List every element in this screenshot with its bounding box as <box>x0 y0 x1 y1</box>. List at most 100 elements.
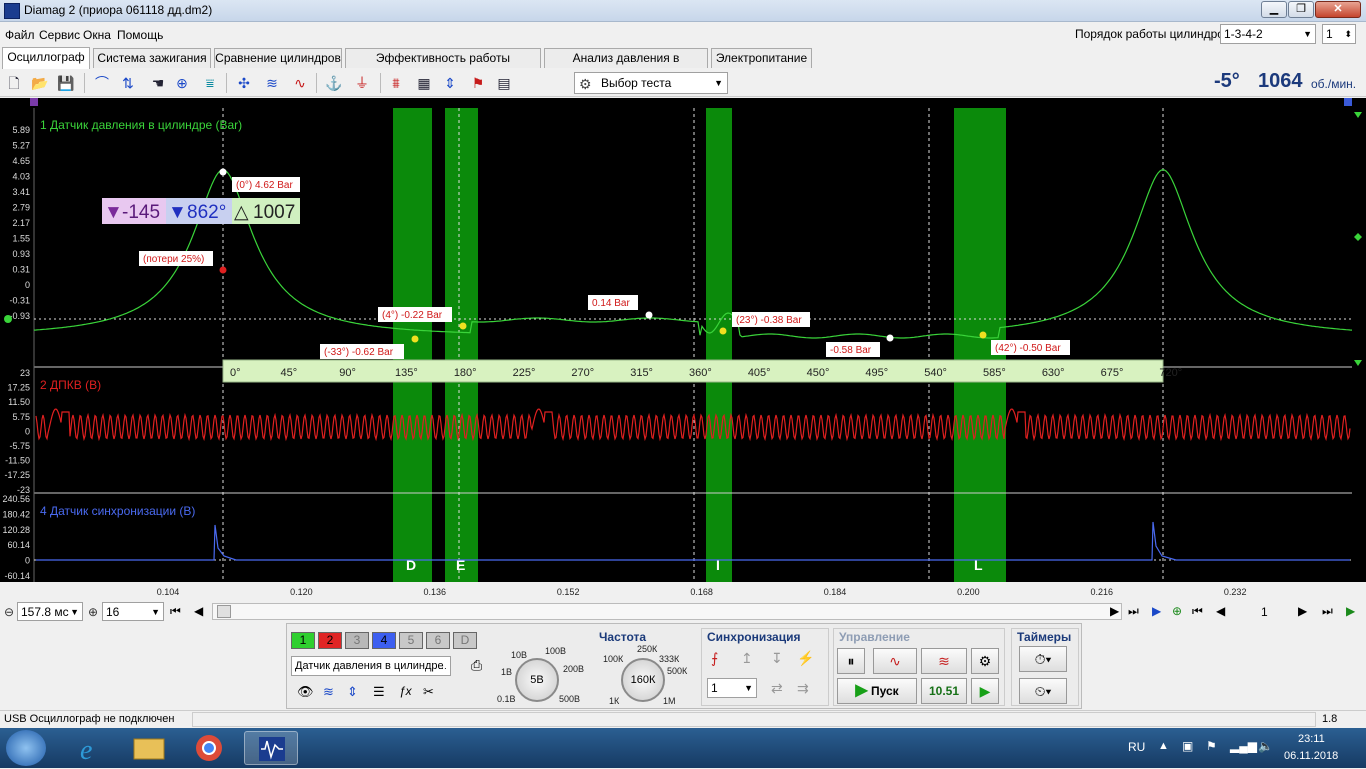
close-button[interactable]: ✕ <box>1315 1 1361 18</box>
channel-button-5[interactable]: 5 <box>399 632 423 649</box>
zoom-icon[interactable]: ⊕ <box>172 73 192 93</box>
cursor-1-handle[interactable] <box>30 98 38 106</box>
test-select[interactable]: ⚙ Выбор теста ▼ <box>574 72 728 94</box>
play-icon[interactable]: ▶ <box>1152 604 1161 618</box>
scroll-thumb[interactable] <box>217 605 231 618</box>
channel-button-4[interactable]: 4 <box>372 632 396 649</box>
last-page-icon[interactable]: ⏭ <box>1128 604 1139 619</box>
trigger-icon[interactable]: ⚡ <box>797 650 814 667</box>
start-button[interactable] <box>6 730 46 766</box>
scroll-track[interactable] <box>212 603 1122 620</box>
oscilloscope-display[interactable]: 1 Датчик давления в цилиндре (Bar) 5.89 5… <box>0 98 1366 600</box>
prev-record-icon[interactable]: ◀ <box>1216 604 1225 618</box>
flag-icon[interactable]: ⚑ <box>468 73 488 93</box>
signal-icon[interactable]: ✣ <box>234 73 254 93</box>
loop-icon[interactable]: ⌒ <box>92 73 112 93</box>
explorer-icon[interactable] <box>122 731 176 765</box>
auto-icon[interactable]: ⚓ <box>324 73 344 93</box>
last-record-icon[interactable]: ⏭ <box>1322 604 1333 619</box>
waves-icon[interactable]: ∿ <box>290 73 310 93</box>
channel1-offset-handle[interactable] <box>4 315 12 323</box>
zoom-out-icon[interactable]: ⊖ <box>4 605 14 619</box>
lines-icon[interactable]: ☰ <box>373 684 385 700</box>
count-select[interactable]: 16 ▼ <box>102 602 164 621</box>
timer-button[interactable]: ⏱▾ <box>1019 646 1067 672</box>
zoom-in-icon[interactable]: ⊕ <box>88 605 98 619</box>
collapse-icon[interactable]: ⇉ <box>797 680 809 697</box>
language-indicator[interactable]: RU <box>1128 740 1145 754</box>
channel-button-1[interactable]: 1 <box>291 632 315 649</box>
scale-icon[interactable]: ⇕ <box>347 684 358 700</box>
maximize-button[interactable]: ❐ <box>1288 1 1314 18</box>
firing-order-select[interactable]: 1-3-4-2 ▼ <box>1220 24 1316 44</box>
cursor-2-handle[interactable] <box>1344 98 1352 106</box>
cursor-icon[interactable]: ⇅ <box>118 73 138 93</box>
prev-page-icon[interactable]: ◀ <box>194 604 203 618</box>
channel-button-6[interactable]: 6 <box>426 632 450 649</box>
doc-icon[interactable]: ▤ <box>494 73 514 93</box>
menu-service[interactable]: Сервис <box>39 28 80 42</box>
tab-cylinder-efficiency[interactable]: Эффективность работы цилиндров <box>345 48 541 83</box>
grid-icon[interactable]: ⩩ <box>386 73 406 93</box>
tab-ignition[interactable]: Система зажигания <box>93 48 211 68</box>
next-page-icon[interactable]: ▶ <box>1110 604 1119 618</box>
sensor-select[interactable]: Датчик давления в цилиндре … <box>291 656 451 676</box>
channel-button-D[interactable]: D <box>453 632 477 649</box>
tab-oscilloscope[interactable]: Осциллограф <box>2 47 90 69</box>
sensor-settings-icon[interactable]: ⎙ <box>471 657 482 674</box>
clock-date[interactable]: 06.11.2018 <box>1284 750 1338 762</box>
next-record-icon[interactable]: ▶ <box>1298 604 1307 618</box>
volume-icon[interactable]: 🔈 <box>1258 739 1273 753</box>
timebase-select[interactable]: 157.8 мс ▼ <box>17 602 83 621</box>
clock-time[interactable]: 23:11 <box>1298 733 1325 745</box>
auto-run-button[interactable]: ▶ <box>971 678 999 704</box>
network-icon[interactable]: ▣ <box>1182 739 1193 753</box>
action-center-icon[interactable]: ⚑ <box>1206 739 1217 753</box>
noise-icon[interactable]: ≋ <box>262 73 282 93</box>
level-icon[interactable]: ↧ <box>771 650 783 667</box>
volts-knob[interactable]: 5В <box>515 658 559 702</box>
oscilloscope-canvas[interactable]: 1 Датчик давления в цилиндре (Bar) 5.89 5… <box>0 98 1366 600</box>
stopwatch-button[interactable]: ⏲▾ <box>1019 678 1067 704</box>
menu-help[interactable]: Помощь <box>117 28 163 42</box>
zero-icon[interactable]: ⏚ <box>352 73 372 93</box>
hand-icon[interactable]: ☚ <box>148 73 168 93</box>
start-button[interactable]: ▶ Пуск <box>837 678 917 704</box>
new-file-icon[interactable]: 🗋 <box>4 73 24 93</box>
menu-windows[interactable]: Окна <box>83 28 111 42</box>
tray-expand-icon[interactable]: ▲ <box>1158 740 1169 752</box>
tab-pressure-analysis[interactable]: Анализ давления в цилиндре <box>544 48 708 83</box>
open-folder-icon[interactable]: 📂 <box>30 73 50 93</box>
first-record-icon[interactable]: ⏮ <box>1192 604 1203 619</box>
minimize-button[interactable]: ▁ <box>1261 1 1287 18</box>
menu-file[interactable]: Файл <box>5 28 35 42</box>
internet-explorer-icon[interactable]: e <box>62 731 116 766</box>
diamag-icon[interactable] <box>244 731 298 765</box>
eye-icon[interactable]: 👁 <box>297 684 314 700</box>
expand-icon[interactable]: ⇄ <box>771 680 783 697</box>
add-icon[interactable]: ⊕ <box>1172 604 1182 618</box>
tools-icon[interactable]: ✂ <box>423 684 434 700</box>
save-icon[interactable]: 💾 <box>56 73 76 93</box>
filter-icon[interactable]: ⩸ <box>200 73 220 93</box>
split-icon[interactable]: ⇕ <box>440 73 460 93</box>
channel-button-3[interactable]: 3 <box>345 632 369 649</box>
frequency-knob[interactable]: 160К <box>621 658 665 702</box>
sine-mode-button[interactable]: ∿ <box>873 648 917 674</box>
multi-wave-button[interactable]: ≋ <box>921 648 967 674</box>
filter-wave-icon[interactable]: ≋ <box>323 684 334 700</box>
sync-channel-select[interactable]: 1 ▼ <box>707 678 757 698</box>
first-page-icon[interactable]: ⏮ <box>170 604 181 619</box>
tab-cylinder-compare[interactable]: Сравнение цилиндров <box>214 48 342 68</box>
channel-button-2[interactable]: 2 <box>318 632 342 649</box>
cylinder-select[interactable]: 1 ⬍ <box>1322 24 1356 44</box>
pause-button[interactable]: ⏸ <box>837 648 865 674</box>
falling-edge-icon[interactable]: ↥ <box>741 650 753 667</box>
run-icon[interactable]: ▶ <box>1346 604 1355 618</box>
table-icon[interactable]: ▦ <box>414 73 434 93</box>
rising-edge-icon[interactable]: ⨍ <box>711 650 718 667</box>
auto-mode-button[interactable]: ⚙ <box>971 648 999 674</box>
function-icon[interactable]: ƒx <box>399 684 412 698</box>
tab-power[interactable]: Электропитание <box>711 48 812 68</box>
signal-strength-icon[interactable]: ▂▄▆ <box>1230 739 1257 753</box>
